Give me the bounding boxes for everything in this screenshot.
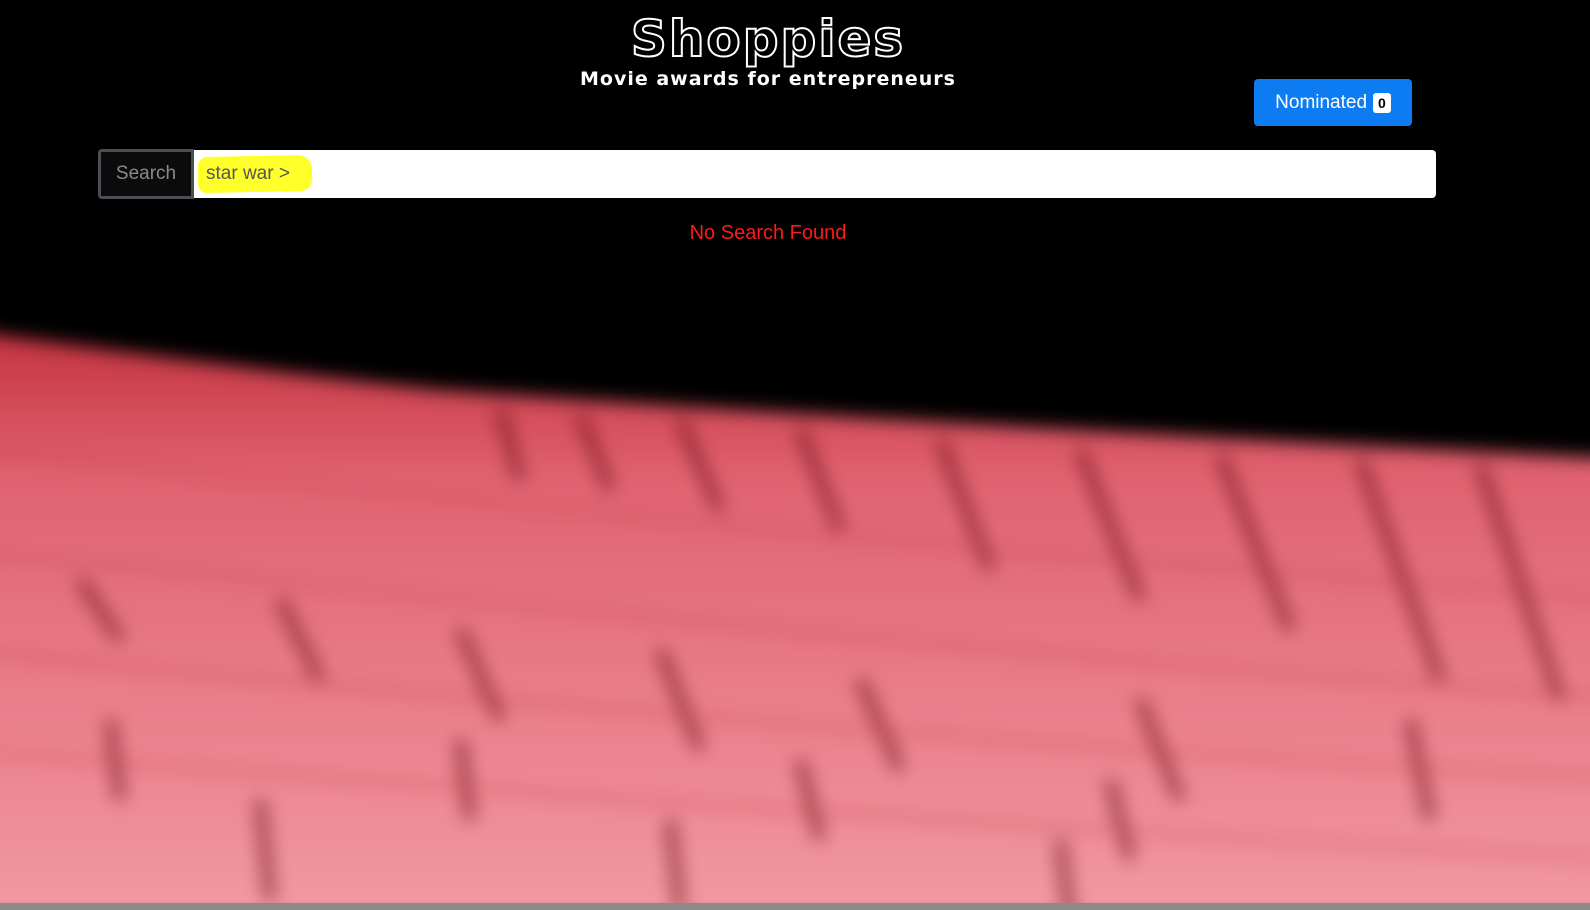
header: Shoppies Movie awards for entrepreneurs [0, 8, 1536, 90]
search-input-wrapper [194, 150, 1436, 198]
nominated-button[interactable]: Nominated 0 [1254, 79, 1412, 126]
no-results-message: No Search Found [689, 222, 847, 244]
app-page: Shoppies Movie awards for entrepreneurs … [0, 0, 1590, 910]
nominated-label: Nominated [1275, 91, 1368, 113]
cinema-seats-background [0, 300, 1590, 910]
bottom-scrollbar [0, 903, 1590, 910]
search-bar: Search [98, 149, 1436, 199]
brand-logo-title: Shoppies [630, 9, 906, 69]
search-button[interactable]: Search [98, 149, 194, 199]
nominated-count-badge: 0 [1373, 92, 1391, 113]
search-input[interactable] [194, 150, 1436, 198]
